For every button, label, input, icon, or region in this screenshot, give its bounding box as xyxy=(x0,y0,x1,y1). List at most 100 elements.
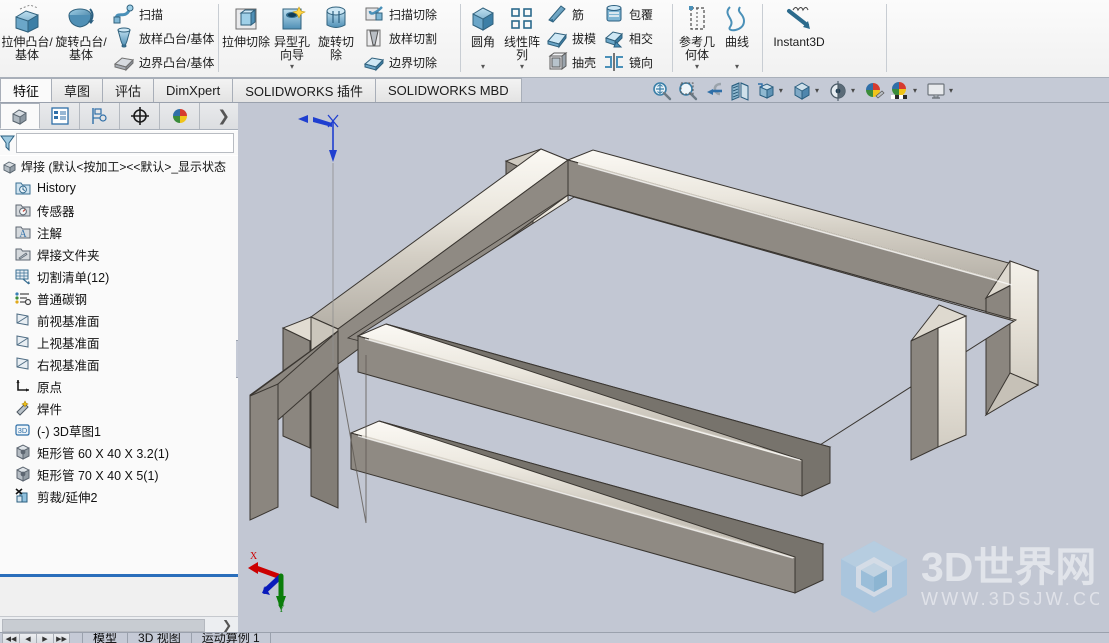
ribbon-button-fillet[interactable]: 圆角 ▾ xyxy=(464,0,502,71)
ribbon-button-instant3d[interactable]: Instant3D xyxy=(768,0,830,49)
tree-item-3d-sketch[interactable]: 3D (-) 3D草图1 xyxy=(0,419,238,441)
plane-icon xyxy=(16,313,29,326)
previous-view-icon xyxy=(706,82,722,95)
boundary-cut-icon xyxy=(363,57,385,72)
tab-solidworks-addins[interactable]: SOLIDWORKS 插件 xyxy=(233,78,376,102)
ribbon-button-linear-pattern[interactable]: 线性阵列 ▾ xyxy=(502,0,542,71)
ribbon-button-mirror[interactable]: 镜向 xyxy=(602,50,653,74)
chevron-down-icon[interactable]: ▾ xyxy=(815,86,819,95)
play-button[interactable]: ▶ xyxy=(36,633,53,643)
bottom-tab-3d-views[interactable]: 3D 视图 xyxy=(128,633,192,643)
chevron-down-icon[interactable]: ▾ xyxy=(520,63,524,71)
tab-solidworks-mbd[interactable]: SOLIDWORKS MBD xyxy=(375,78,522,102)
ribbon-separator xyxy=(762,4,763,72)
ribbon-button-boundary-boss[interactable]: 边界凸台/基体 xyxy=(112,50,214,74)
tree-filter-input[interactable] xyxy=(16,133,234,153)
ribbon-button-revolve-cut[interactable]: 旋转切除 xyxy=(314,0,358,62)
edit-appearance-button[interactable] xyxy=(862,79,886,102)
tree-item-weldment[interactable]: 焊件 xyxy=(0,397,238,419)
ribbon-button-wrap[interactable]: 包覆 xyxy=(602,2,653,26)
scrollbar-thumb[interactable] xyxy=(2,619,205,632)
tree-item-trim-extend[interactable]: 剪裁/延伸2 xyxy=(0,485,238,507)
previous-view-button[interactable] xyxy=(702,79,726,102)
tab-features[interactable]: 特征 xyxy=(0,78,53,102)
chevron-down-icon[interactable]: ▾ xyxy=(695,63,699,71)
ribbon-button-rib[interactable]: 筋 xyxy=(545,2,596,26)
ribbon-button-extrude-cut[interactable]: 拉伸切除 xyxy=(222,0,270,49)
zoom-to-area-button[interactable] xyxy=(676,79,700,102)
tab-label: DimXpert xyxy=(166,83,221,98)
tree-item-structural-member-2[interactable]: 矩形管 70 X 40 X 5(1) xyxy=(0,463,238,485)
section-view-button[interactable] xyxy=(728,79,752,102)
ribbon-button-loft-boss[interactable]: 放样凸台/基体 xyxy=(112,26,214,50)
tab-dimxpert[interactable]: DimXpert xyxy=(154,78,234,102)
feature-manager-tab[interactable] xyxy=(0,103,40,129)
tab-label: SOLIDWORKS MBD xyxy=(387,83,509,98)
view-orientation-button[interactable]: ▾ xyxy=(754,79,788,102)
step-back-button[interactable]: ◀ xyxy=(19,633,36,643)
ribbon-group-reference: 参考几何体 ▾ 曲线 ▾ xyxy=(676,0,756,77)
tree-item-history[interactable]: History xyxy=(0,177,238,199)
tree-item-label: 焊件 xyxy=(37,402,63,417)
tree-item-cut-list[interactable]: 切割清单(12) xyxy=(0,265,238,287)
chevron-down-icon[interactable]: ▾ xyxy=(481,63,485,71)
tree-item-top-plane[interactable]: 上视基准面 xyxy=(0,331,238,353)
zoom-to-fit-button[interactable] xyxy=(650,79,674,102)
view-settings-button[interactable]: ▾ xyxy=(924,79,958,102)
display-manager-tab[interactable] xyxy=(160,103,200,129)
tree-item-label: 注解 xyxy=(37,226,63,241)
revolve-cut-icon xyxy=(326,6,346,28)
filter-funnel-icon xyxy=(0,135,15,152)
tree-item-annotations[interactable]: A 注解 xyxy=(0,221,238,243)
chevron-down-icon[interactable]: ▾ xyxy=(913,86,917,95)
tree-item-weldment-folder[interactable]: 焊接文件夹 xyxy=(0,243,238,265)
ribbon-button-intersect[interactable]: 相交 xyxy=(602,26,653,50)
configuration-manager-tab[interactable] xyxy=(80,103,120,129)
panel-expand-button[interactable]: ❯ xyxy=(217,107,230,125)
tab-evaluate[interactable]: 评估 xyxy=(103,78,155,102)
feature-tree[interactable]: 焊接 (默认<按加工><<默认>_显示状态 History 传感器 A 注解 焊… xyxy=(0,156,238,623)
ribbon-button-revolve-boss[interactable]: 旋转凸台/基体 xyxy=(54,0,108,62)
ribbon-button-loft-cut[interactable]: 放样切割 xyxy=(362,26,437,50)
ribbon-button-shell[interactable]: 抽壳 xyxy=(545,50,596,74)
rewind-button[interactable]: ◀◀ xyxy=(2,633,19,643)
tab-sketch[interactable]: 草图 xyxy=(52,78,104,102)
ribbon-button-boundary-cut[interactable]: 边界切除 xyxy=(362,50,437,74)
ribbon-button-sweep-cut[interactable]: 扫描切除 xyxy=(362,2,437,26)
chevron-down-icon[interactable]: ▾ xyxy=(735,63,739,71)
tree-root-item[interactable]: 焊接 (默认<按加工><<默认>_显示状态 xyxy=(0,156,238,177)
bottom-tab-model[interactable]: 模型 xyxy=(82,633,129,643)
property-manager-tab[interactable] xyxy=(40,103,80,129)
hide-show-items-button[interactable]: ▾ xyxy=(826,79,860,102)
fast-forward-button[interactable]: ▶▶ xyxy=(53,633,70,643)
tree-item-front-plane[interactable]: 前视基准面 xyxy=(0,309,238,331)
view-orientation-cube-button[interactable]: ▾ xyxy=(790,79,824,102)
graphics-viewport[interactable]: X Z Y 3D世界网 WWW.3DSJW.C xyxy=(238,103,1109,643)
ribbon-button-sweep[interactable]: 扫描 xyxy=(112,2,214,26)
chevron-down-icon[interactable]: ▾ xyxy=(779,86,783,95)
tree-item-right-plane[interactable]: 右视基准面 xyxy=(0,353,238,375)
tree-horizontal-scrollbar[interactable]: ❯ xyxy=(0,616,238,633)
tree-item-structural-member-1[interactable]: 矩形管 60 X 40 X 3.2(1) xyxy=(0,441,238,463)
svg-text:3D: 3D xyxy=(18,426,27,435)
ribbon-button-draft[interactable]: 拔模 xyxy=(545,26,596,50)
tree-item-material[interactable]: 普通碳钢 xyxy=(0,287,238,309)
ribbon-button-label: 抽壳 xyxy=(572,55,597,70)
ribbon-button-reference-geometry[interactable]: 参考几何体 ▾ xyxy=(676,0,718,71)
tree-item-sensors[interactable]: 传感器 xyxy=(0,199,238,221)
dimxpert-manager-tab[interactable] xyxy=(120,103,160,129)
tree-item-label: 右视基准面 xyxy=(37,358,100,373)
chevron-down-icon[interactable]: ▾ xyxy=(851,86,855,95)
ribbon-button-extrude-boss[interactable]: 拉伸凸台/基体 xyxy=(0,0,54,62)
tree-item-label: 矩形管 70 X 40 X 5(1) xyxy=(37,468,159,483)
apply-scene-button[interactable]: ▾ xyxy=(888,79,922,102)
panel-collapse-arrow[interactable]: ❯ xyxy=(222,618,232,632)
tree-item-origin[interactable]: 原点 xyxy=(0,375,238,397)
bottom-tab-motion-study[interactable]: 运动算例 1 xyxy=(192,633,271,643)
ribbon-button-curves[interactable]: 曲线 ▾ xyxy=(718,0,756,71)
chevron-down-icon[interactable]: ▾ xyxy=(290,63,294,71)
shell-icon xyxy=(548,52,568,70)
boundary-boss-icon xyxy=(113,57,135,72)
ribbon-button-hole-wizard[interactable]: 异型孔向导 ▾ xyxy=(270,0,314,71)
chevron-down-icon[interactable]: ▾ xyxy=(949,86,953,95)
